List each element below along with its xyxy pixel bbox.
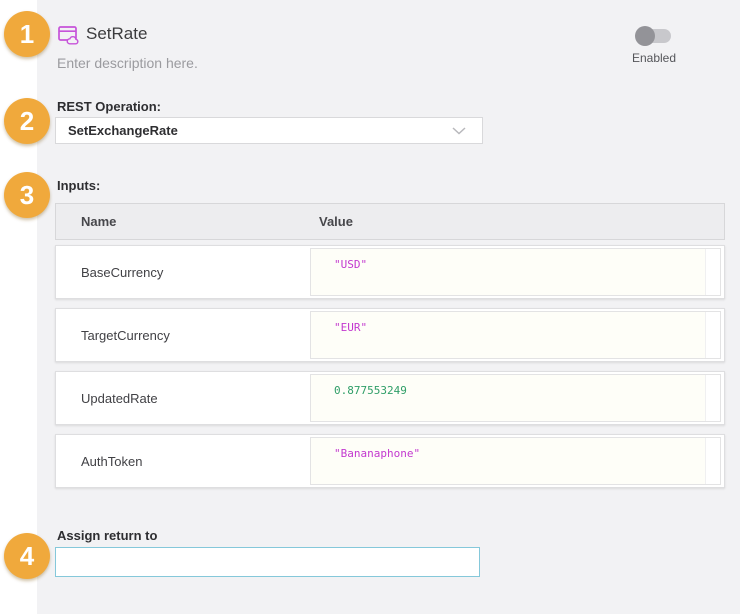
table-row-updatedrate: UpdatedRate 0.877553249 — [55, 371, 725, 425]
annotation-circle-1: 1 — [4, 11, 50, 57]
input-value-editor[interactable]: "Bananaphone" — [310, 437, 721, 485]
table-row-targetcurrency: TargetCurrency "EUR" — [55, 308, 725, 362]
input-value[interactable]: "USD" — [311, 249, 705, 295]
column-header-value: Value — [319, 204, 353, 239]
annotation-circle-2: 2 — [4, 98, 50, 144]
input-name: TargetCurrency — [81, 309, 170, 361]
editor-scrollbar-gutter — [705, 438, 720, 484]
rest-operation-selected-value: SetExchangeRate — [56, 123, 452, 138]
editor-scrollbar-gutter — [705, 375, 720, 421]
input-value-editor[interactable]: "USD" — [310, 248, 721, 296]
assign-return-label: Assign return to — [57, 528, 157, 543]
enabled-toggle-label: Enabled — [614, 51, 694, 65]
rest-window-cloud-icon — [57, 24, 79, 46]
assign-return-input[interactable] — [55, 547, 480, 577]
input-value[interactable]: 0.877553249 — [311, 375, 705, 421]
inputs-table-header: Name Value — [55, 203, 725, 240]
input-value-editor[interactable]: 0.877553249 — [310, 374, 721, 422]
input-value[interactable]: "EUR" — [311, 312, 705, 358]
column-header-name: Name — [81, 204, 116, 239]
table-row-authtoken: AuthToken "Bananaphone" — [55, 434, 725, 488]
page-title: SetRate — [86, 24, 147, 44]
annotation-circle-3: 3 — [4, 172, 50, 218]
description-field[interactable]: Enter description here. — [57, 55, 198, 71]
enabled-toggle[interactable] — [637, 29, 671, 43]
annotation-circle-4: 4 — [4, 533, 50, 579]
rest-operation-label: REST Operation: — [57, 99, 161, 114]
input-name: BaseCurrency — [81, 246, 163, 298]
input-value[interactable]: "Bananaphone" — [311, 438, 705, 484]
input-value-editor[interactable]: "EUR" — [310, 311, 721, 359]
toggle-knob — [635, 26, 655, 46]
inputs-label: Inputs: — [57, 178, 100, 193]
editor-scrollbar-gutter — [705, 249, 720, 295]
editor-scrollbar-gutter — [705, 312, 720, 358]
settings-panel — [37, 0, 740, 614]
chevron-down-icon — [452, 127, 466, 135]
rest-operation-select[interactable]: SetExchangeRate — [55, 117, 483, 144]
table-row-basecurrency: BaseCurrency "USD" — [55, 245, 725, 299]
input-name: AuthToken — [81, 435, 142, 487]
input-name: UpdatedRate — [81, 372, 158, 424]
